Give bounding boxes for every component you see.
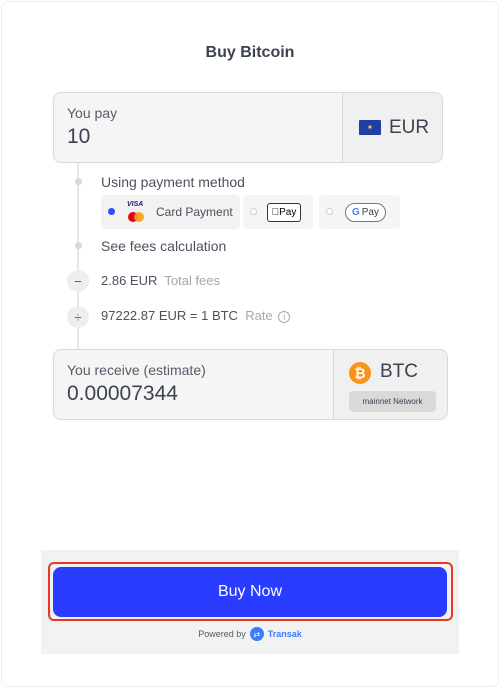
minus-icon: − bbox=[67, 270, 89, 292]
rate-label: Rate bbox=[245, 308, 273, 323]
divide-icon: ÷ bbox=[67, 306, 89, 328]
powered-by-text: Powered by bbox=[198, 629, 246, 639]
fees-label: Total fees bbox=[164, 273, 221, 288]
transak-logo-icon: ⇄ bbox=[249, 627, 264, 641]
receive-currency-selector[interactable]: ₿ BTC mainnet Network bbox=[333, 350, 447, 419]
transak-brand: Transak bbox=[267, 629, 302, 639]
pay-amount-input-area[interactable]: You pay 10 bbox=[54, 93, 342, 162]
payment-option-google-pay[interactable]: G Pay bbox=[319, 195, 400, 229]
rate-value: 97222.87 EUR = 1 BTC bbox=[101, 308, 238, 323]
timeline-dot bbox=[75, 242, 82, 249]
receive-amount-area: You receive (estimate) 0.00007344 bbox=[54, 350, 333, 419]
timeline-dot bbox=[75, 178, 82, 185]
rate-row: 97222.87 EUR = 1 BTC Rate i bbox=[101, 308, 291, 323]
payment-option-apple-pay[interactable]: Pay bbox=[243, 195, 313, 229]
receive-currency-code: BTC bbox=[380, 361, 418, 382]
radio-unselected[interactable] bbox=[250, 208, 257, 215]
payment-option-card[interactable]: VISA Card Payment bbox=[101, 195, 240, 229]
network-badge: mainnet Network bbox=[349, 391, 436, 412]
total-fees-row: 2.86 EUR Total fees bbox=[101, 273, 220, 288]
pay-amount-field[interactable]: You pay 10 ✶ EUR bbox=[53, 92, 443, 163]
receive-label: You receive (estimate) bbox=[67, 362, 206, 378]
info-icon[interactable]: i bbox=[278, 310, 291, 323]
google-pay-icon: G Pay bbox=[345, 203, 386, 222]
bitcoin-icon: ₿ bbox=[349, 362, 371, 384]
see-fees-link[interactable]: See fees calculation bbox=[101, 238, 226, 254]
pay-currency-selector[interactable]: ✶ EUR bbox=[342, 93, 442, 162]
radio-selected[interactable] bbox=[108, 208, 115, 215]
pay-amount-input[interactable]: 10 bbox=[67, 125, 329, 149]
receive-amount-field: You receive (estimate) 0.00007344 ₿ BTC … bbox=[53, 349, 448, 420]
receive-amount-value: 0.00007344 bbox=[67, 382, 178, 405]
page-title: Buy Bitcoin bbox=[205, 44, 295, 61]
buy-now-button[interactable]: Buy Now bbox=[53, 567, 447, 617]
visa-mastercard-icon: VISA bbox=[125, 201, 149, 223]
powered-by: Powered by ⇄ Transak bbox=[41, 627, 459, 641]
payment-method-label: Using payment method bbox=[101, 174, 245, 190]
pay-label: You pay bbox=[67, 105, 118, 121]
card-payment-label: Card Payment bbox=[156, 205, 233, 219]
eu-flag-icon: ✶ bbox=[359, 120, 381, 135]
radio-unselected[interactable] bbox=[326, 208, 333, 215]
apple-pay-icon: Pay bbox=[267, 203, 301, 222]
fees-amount: 2.86 EUR bbox=[101, 273, 158, 288]
widget-card: Buy Bitcoin You pay 10 ✶ EUR − ÷ Using p… bbox=[0, 0, 500, 688]
pay-currency-code: EUR bbox=[389, 117, 430, 138]
